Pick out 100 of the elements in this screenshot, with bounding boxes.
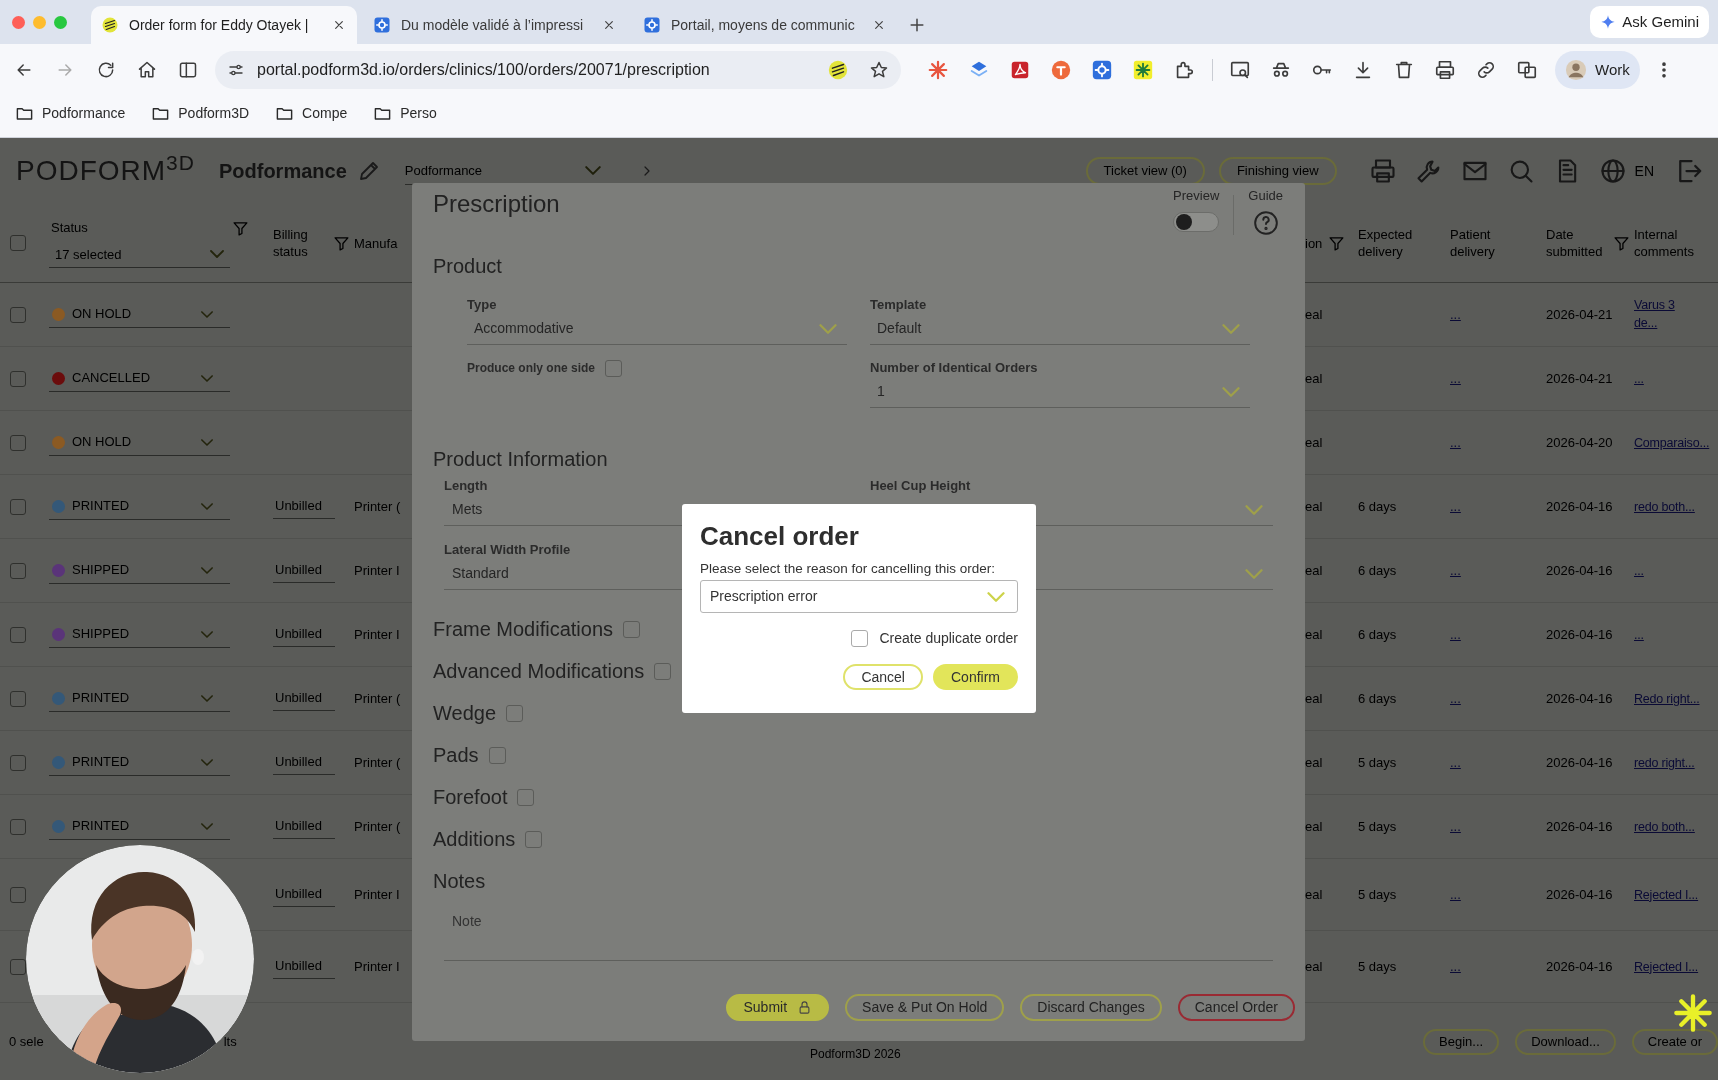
bookmark[interactable]: Compe	[275, 103, 348, 124]
bookmark[interactable]: Perso	[373, 103, 437, 124]
duplicate-checkbox[interactable]	[851, 630, 869, 647]
option-checkbox[interactable]	[654, 662, 672, 680]
row-checkbox[interactable]	[10, 886, 26, 903]
patient-delivery-link[interactable]: ...	[1450, 562, 1461, 578]
burst-icon[interactable]	[927, 59, 949, 81]
printer-icon[interactable]	[1434, 59, 1456, 81]
comment-link[interactable]: Comparaiso...	[1634, 433, 1710, 452]
dialog-button[interactable]: Confirm	[933, 664, 1018, 690]
comment-link[interactable]: redo both...	[1634, 497, 1695, 516]
status-select[interactable]: PRINTED	[49, 493, 230, 520]
browser-tab[interactable]: Du modèle validé à l’impressi	[363, 6, 627, 44]
status-select[interactable]: PRINTED	[49, 749, 230, 776]
pdf-icon[interactable]	[1009, 59, 1031, 81]
row-checkbox[interactable]	[10, 690, 26, 707]
asterisk-extension-icon[interactable]	[1132, 59, 1154, 81]
patient-delivery-link[interactable]: ...	[1450, 754, 1461, 770]
bookmark[interactable]: Podform3D	[151, 103, 250, 124]
help-icon[interactable]	[1252, 209, 1279, 236]
action-button[interactable]: Discard Changes	[1020, 994, 1162, 1021]
comment-link[interactable]: ...	[1634, 625, 1644, 644]
one-side-checkbox[interactable]	[605, 360, 623, 377]
translate-icon[interactable]	[1516, 59, 1538, 81]
status-filter-select[interactable]: 17 selected	[49, 241, 230, 268]
gear-extension-icon[interactable]	[1091, 59, 1113, 81]
row-checkbox[interactable]	[10, 434, 26, 451]
patient-delivery-link[interactable]: ...	[1450, 958, 1461, 974]
billing-select[interactable]: Unbilled	[273, 558, 335, 583]
filter-icon[interactable]	[1613, 234, 1630, 252]
select-field[interactable]: Default	[870, 313, 1250, 345]
reload-icon[interactable]	[96, 60, 116, 80]
billing-select[interactable]: Unbilled	[273, 882, 335, 907]
row-checkbox[interactable]	[10, 562, 26, 579]
star-icon[interactable]	[869, 60, 889, 80]
status-select[interactable]: PRINTED	[49, 813, 230, 840]
asterisk-widget-icon[interactable]	[1673, 993, 1713, 1033]
patient-delivery-link[interactable]: ...	[1450, 690, 1461, 706]
globe-icon[interactable]	[1598, 157, 1627, 185]
filter-icon[interactable]	[1328, 234, 1346, 252]
option-checkbox[interactable]	[517, 788, 535, 806]
action-button[interactable]: Cancel Order	[1177, 994, 1295, 1021]
select-all-checkbox[interactable]	[10, 235, 26, 251]
status-select[interactable]: ON HOLD	[49, 429, 230, 456]
filter-icon[interactable]	[333, 234, 350, 252]
option-checkbox[interactable]	[525, 830, 543, 848]
comment-link[interactable]: ...	[1634, 561, 1644, 580]
billing-select[interactable]: Unbilled	[273, 750, 335, 775]
browser-tab[interactable]: Order form for Eddy Otayek |	[91, 6, 357, 44]
action-button[interactable]: Submit	[726, 994, 830, 1021]
status-select[interactable]: CANCELLED	[49, 365, 230, 392]
patient-delivery-link[interactable]: ...	[1450, 498, 1461, 514]
reason-select[interactable]: Prescription error	[700, 580, 1018, 613]
language-label[interactable]: EN	[1634, 160, 1654, 182]
patient-delivery-link[interactable]: ...	[1450, 886, 1461, 902]
row-checkbox[interactable]	[10, 498, 26, 515]
notes-field[interactable]: Note	[444, 901, 1273, 961]
comment-link[interactable]: Rejected I...	[1634, 885, 1699, 904]
patient-delivery-link[interactable]: ...	[1450, 434, 1461, 450]
patient-delivery-link[interactable]: ...	[1450, 818, 1461, 834]
home-icon[interactable]	[137, 60, 157, 80]
patient-delivery-link[interactable]: ...	[1450, 370, 1461, 386]
address-bar[interactable]: portal.podform3d.io/orders/clinics/100/orders/20071/prescription	[215, 51, 901, 89]
stripes-extension-icon[interactable]	[827, 59, 849, 81]
ask-gemini-button[interactable]: Ask Gemini	[1590, 6, 1709, 38]
profile-button[interactable]: Work	[1555, 51, 1640, 89]
footer-button[interactable]: Create or	[1631, 1028, 1718, 1055]
patient-delivery-link[interactable]: ...	[1450, 626, 1461, 642]
action-button[interactable]: Save & Put On Hold	[845, 994, 1005, 1021]
status-select[interactable]: SHIPPED	[49, 621, 230, 648]
patient-delivery-link[interactable]: ...	[1450, 306, 1461, 322]
select-field[interactable]: Accommodative	[467, 313, 847, 345]
row-checkbox[interactable]	[10, 306, 26, 323]
extension-icon[interactable]	[1050, 59, 1072, 81]
comment-link[interactable]: Rejected I...	[1634, 957, 1699, 976]
billing-select[interactable]: Unbilled	[273, 494, 335, 519]
sidebar-icon[interactable]	[178, 60, 198, 80]
link-icon[interactable]	[1475, 59, 1497, 81]
row-checkbox[interactable]	[10, 818, 26, 835]
row-checkbox[interactable]	[10, 754, 26, 771]
trash-icon[interactable]	[1393, 59, 1415, 81]
select-field[interactable]: 1	[870, 376, 1250, 408]
browser-tab[interactable]: Portail, moyens de communic	[633, 6, 897, 44]
comment-link[interactable]: Redo right...	[1634, 689, 1700, 708]
footer-button[interactable]: Begin...	[1423, 1028, 1500, 1055]
footer-button[interactable]: Download...	[1515, 1028, 1616, 1055]
billing-select[interactable]: Unbilled	[273, 954, 335, 979]
comment-link[interactable]: Varus 3 de...	[1634, 296, 1700, 333]
billing-select[interactable]: Unbilled	[273, 686, 335, 711]
row-checkbox[interactable]	[10, 370, 26, 387]
comment-link[interactable]: redo right...	[1634, 753, 1695, 772]
bookmark[interactable]: Podformance	[15, 103, 126, 124]
option-checkbox[interactable]	[623, 620, 641, 638]
dialog-button[interactable]: Cancel	[843, 664, 923, 690]
filter-icon[interactable]	[232, 219, 249, 237]
option-checkbox[interactable]	[488, 746, 506, 764]
billing-select[interactable]: Unbilled	[273, 622, 335, 647]
billing-select[interactable]: Unbilled	[273, 814, 335, 839]
row-checkbox[interactable]	[10, 958, 26, 975]
window-control-icon[interactable]	[12, 15, 25, 29]
